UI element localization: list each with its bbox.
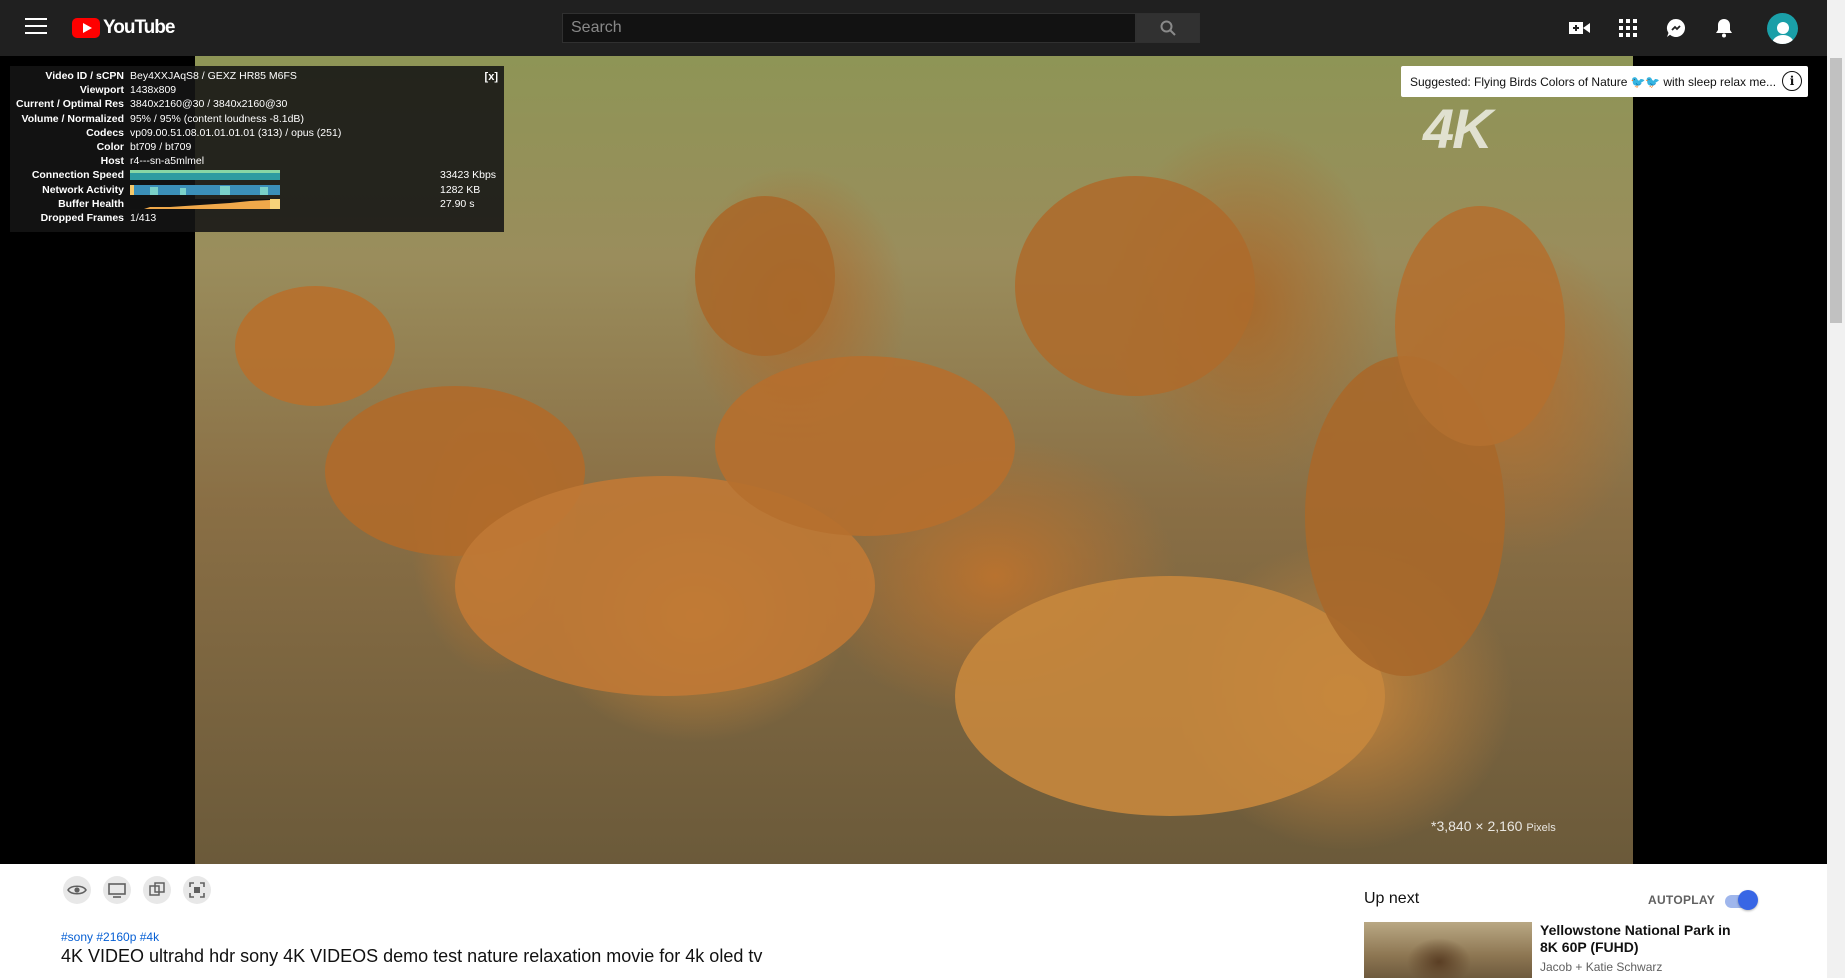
search-icon	[1160, 20, 1176, 36]
search-box	[562, 13, 1136, 43]
impala-shape	[1015, 176, 1255, 396]
stats-key: Dropped Frames	[40, 211, 124, 224]
stats-value: Bey4XXJAqS8 / GEXZ HR85 M6FS	[130, 70, 297, 82]
impala-shape	[235, 286, 395, 406]
stats-key: Volume / Normalized	[21, 112, 125, 125]
recommendation-thumbnail[interactable]	[1364, 922, 1532, 978]
messages-icon[interactable]	[1664, 16, 1688, 40]
pip-button[interactable]	[143, 876, 171, 904]
impala-shape	[715, 356, 1015, 536]
suggested-text-suffix: with sleep relax me...	[1663, 74, 1777, 89]
stats-key: Codecs	[86, 126, 124, 139]
video-hashtags[interactable]: #sony #2160p #4k	[61, 930, 159, 944]
stats-row: Viewport 1438x809	[10, 83, 504, 97]
search-button[interactable]	[1136, 13, 1200, 43]
eye-icon	[67, 885, 87, 895]
stats-key: Network Activity	[42, 183, 124, 196]
stats-row: Video ID / sCPN Bey4XXJAqS8 / GEXZ HR85 M…	[10, 69, 504, 83]
stats-value: 95% / 95% (content loudness -8.1dB)	[130, 112, 304, 125]
youtube-logo[interactable]: YouTube	[72, 17, 175, 39]
screenshot-icon	[189, 882, 205, 898]
stats-value: bt709 / bt709	[130, 140, 192, 153]
video-info-area: #sony #2160p #4k 4K VIDEO ultrahd hdr so…	[0, 864, 1827, 978]
stats-row: Current / Optimal Res 3840x2160@30 / 3840…	[10, 97, 504, 111]
bird-emoji-icon: 🐦🐦	[1630, 74, 1661, 89]
network-activity-value: 1282 KB	[440, 183, 481, 196]
impala-shape	[695, 196, 835, 356]
resolution-value: *3,840 × 2,160	[1431, 818, 1523, 834]
watermark-4k: 4K	[1423, 97, 1493, 160]
stats-key: Connection Speed	[31, 169, 124, 182]
apps-icon[interactable]	[1616, 16, 1640, 40]
screenshot-button[interactable]	[183, 876, 211, 904]
video-title: 4K VIDEO ultrahd hdr sony 4K VIDEOS demo…	[61, 946, 763, 966]
avatar[interactable]	[1767, 13, 1798, 44]
buffer-health-graph	[130, 198, 280, 209]
stats-key: Color	[96, 140, 124, 153]
stats-key: Video ID / sCPN	[45, 70, 124, 82]
monitor-icon	[108, 882, 126, 898]
stats-row: Codecs vp09.00.51.08.01.01.01.01 (313) / …	[10, 126, 504, 140]
suggested-text: Suggested: Flying Birds Colors of Nature	[1410, 74, 1628, 89]
up-next-heading: Up next	[1364, 890, 1420, 907]
stats-value: 3840x2160@30 / 3840x2160@30	[130, 98, 288, 111]
autoplay-label: AUTOPLAY	[1648, 893, 1716, 907]
resolution-label: *3,840 × 2,160 Pixels	[1431, 818, 1556, 834]
user-icon	[1771, 22, 1794, 44]
impala-shape	[1395, 206, 1565, 446]
picture-in-picture-icon	[149, 882, 165, 896]
stats-value: r4---sn-a5mlmel	[130, 155, 205, 168]
stats-row: Host r4---sn-a5mlmel	[10, 154, 504, 168]
stats-key: Buffer Health	[58, 197, 124, 210]
stats-key: Current / Optimal Res	[16, 98, 124, 111]
notifications-icon[interactable]	[1712, 16, 1736, 40]
monitor-button[interactable]	[103, 876, 131, 904]
info-icon[interactable]: i	[1782, 71, 1802, 91]
logo-text: YouTube	[103, 17, 175, 38]
stats-row: Color bt709 / bt709	[10, 140, 504, 154]
eye-button[interactable]	[63, 876, 91, 904]
resolution-unit: Pixels	[1526, 822, 1556, 834]
buffer-health-value: 27.90 s	[440, 197, 475, 210]
stats-row: Volume / Normalized 95% / 95% (content lo…	[10, 112, 504, 126]
recommendation-channel[interactable]: Jacob + Katie Schwarz	[1540, 960, 1662, 974]
suggested-video-card[interactable]: Suggested: Flying Birds Colors of Nature…	[1401, 66, 1808, 97]
scrollbar-thumb[interactable]	[1830, 58, 1842, 323]
menu-icon[interactable]	[25, 18, 47, 36]
autoplay-toggle-knob[interactable]	[1738, 890, 1758, 910]
recommendation-title[interactable]: Yellowstone National Park in 8K 60P (FUH…	[1540, 922, 1750, 956]
stats-key: Host	[100, 155, 124, 168]
stats-value: 1438x809	[130, 84, 177, 97]
video-player[interactable]: 4K *3,840 × 2,160 Pixels Suggested: Flyi…	[0, 56, 1827, 864]
top-bar: YouTube	[0, 0, 1845, 56]
stats-value: vp09.00.51.08.01.01.01.01 (313) / opus (…	[130, 126, 342, 139]
search-input[interactable]	[563, 14, 1135, 42]
play-logo-icon	[72, 18, 100, 38]
stats-close-button[interactable]: [x]	[485, 70, 498, 84]
stats-key: Viewport	[79, 84, 124, 97]
connection-speed-value: 33423 Kbps	[440, 169, 497, 182]
connection-speed-graph	[130, 170, 280, 181]
create-video-icon[interactable]	[1568, 16, 1592, 40]
impala-shape	[955, 576, 1385, 816]
dropped-frames-value: 1/413	[130, 211, 157, 224]
network-activity-graph	[130, 184, 280, 195]
stats-for-nerds-panel: [x] Video ID / sCPN Bey4XXJAqS8 / GEXZ HR…	[10, 66, 504, 232]
